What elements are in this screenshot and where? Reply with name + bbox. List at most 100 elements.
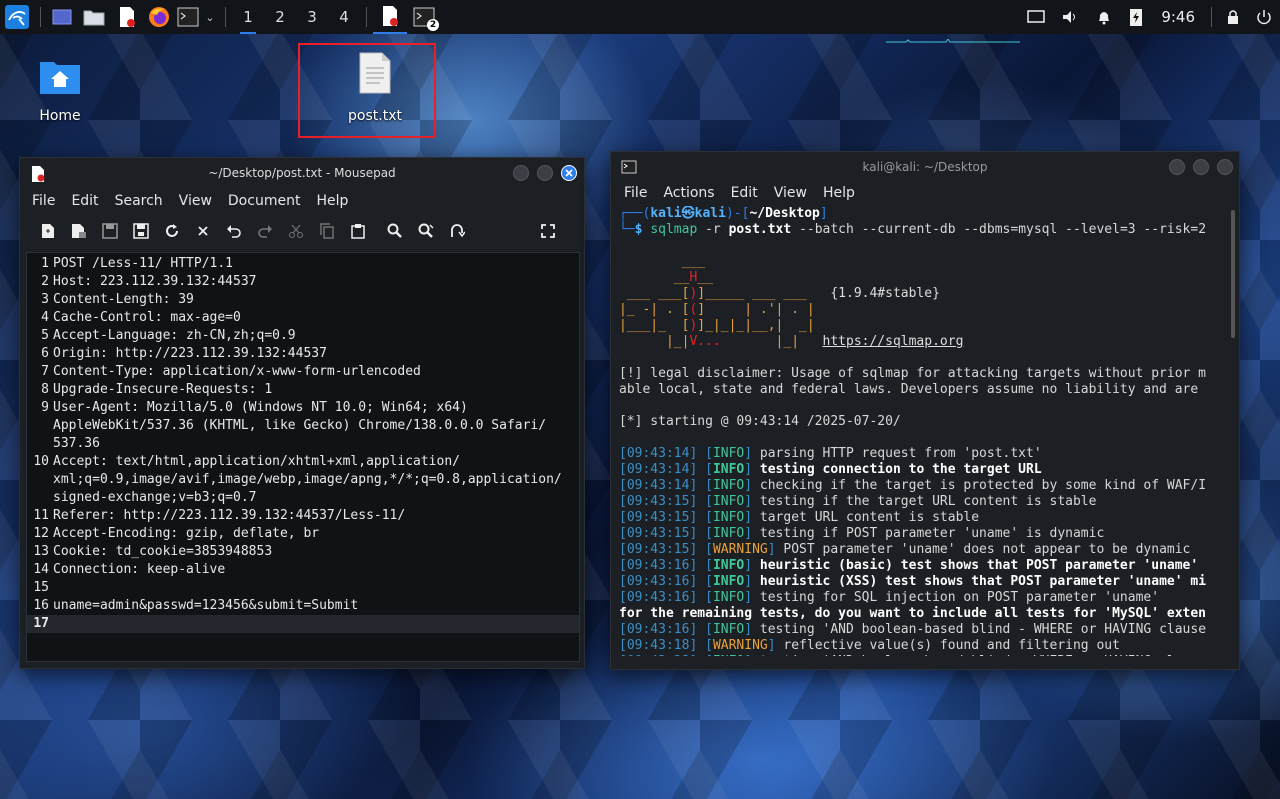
editor-line[interactable]: 15 (27, 579, 579, 597)
taskbar-mousepad-window[interactable] (373, 0, 407, 34)
mousepad-titlebar[interactable]: ~/Desktop/post.txt - Mousepad (20, 158, 584, 188)
terminal-launcher-button[interactable] (175, 0, 201, 34)
menu-edit[interactable]: Edit (723, 185, 766, 201)
terminal-scrollbar[interactable] (1231, 210, 1235, 338)
show-desktop-button[interactable] (47, 0, 77, 34)
line-text: Referer: http://223.112.39.132:44537/Les… (53, 508, 406, 523)
log-timestamp: 09:43:15 (626, 494, 690, 509)
volume-button[interactable] (1053, 0, 1087, 34)
menu-file[interactable]: File (24, 193, 63, 209)
minimize-button[interactable] (1169, 159, 1185, 175)
menu-search[interactable]: Search (107, 193, 171, 209)
fullscreen-button[interactable] (532, 217, 563, 245)
line-number: 15 (33, 580, 49, 595)
menu-edit[interactable]: Edit (63, 193, 106, 209)
line-text: Content-Length: 39 (53, 292, 194, 307)
log-line: [09:43:15] [INFO] testing if the target … (619, 494, 1097, 509)
kali-menu-button[interactable] (0, 0, 34, 34)
terminal-titlebar[interactable]: kali@kali: ~/Desktop (611, 152, 1239, 182)
editor-line[interactable]: signed-exchange;v=b3;q=0.7 (27, 489, 579, 507)
go-to-line-button[interactable] (441, 217, 472, 245)
editor-line[interactable]: 1 POST /Less-11/ HTTP/1.1 (27, 255, 579, 273)
menu-file[interactable]: File (616, 185, 655, 201)
editor-line[interactable]: 9 User-Agent: Mozilla/5.0 (Windows NT 10.… (27, 399, 579, 417)
paste-button[interactable] (342, 217, 373, 245)
log-level: INFO (712, 558, 745, 573)
maximize-button[interactable] (1193, 159, 1209, 175)
editor-line[interactable]: 8 Upgrade-Insecure-Requests: 1 (27, 381, 579, 399)
workspace-3[interactable]: 3 (296, 0, 328, 34)
file-manager-button[interactable] (77, 0, 111, 34)
close-button[interactable] (1217, 159, 1233, 175)
save-as-button[interactable] (125, 217, 156, 245)
launcher-dropdown-chevron-icon[interactable]: ⌄ (201, 0, 219, 34)
sqlmap-log: [09:43:14] [INFO] parsing HTTP request f… (619, 446, 1206, 656)
editor-line[interactable]: 7 Content-Type: application/x-www-form-ur… (27, 363, 579, 381)
taskbar-terminal-window[interactable]: 2 (407, 0, 441, 34)
battery-button[interactable] (1121, 0, 1151, 34)
prompt-user: kali (650, 206, 682, 221)
reload-button[interactable] (156, 217, 187, 245)
workspace-2[interactable]: 2 (264, 0, 296, 34)
find-replace-button[interactable] (410, 217, 441, 245)
new-window-button[interactable] (63, 217, 94, 245)
logout-button[interactable] (1248, 0, 1280, 34)
log-line: [09:43:15] [WARNING] POST parameter 'una… (619, 542, 1191, 557)
line-text: xml;q=0.9,image/avif,image/webp,image/ap… (53, 472, 562, 487)
save-button[interactable] (94, 217, 125, 245)
editor-line[interactable]: 14 Connection: keep-alive (27, 561, 579, 579)
log-message: POST parameter 'uname' does not appear t… (783, 542, 1191, 557)
menu-help[interactable]: Help (815, 185, 863, 201)
text-editor-button[interactable] (111, 0, 143, 34)
editor-line[interactable]: 12 Accept-Encoding: gzip, deflate, br (27, 525, 579, 543)
close-button[interactable] (561, 165, 577, 181)
cut-button[interactable] (280, 217, 311, 245)
editor-line[interactable]: 537.36 (27, 435, 579, 453)
desktop-home-icon[interactable]: Home (30, 56, 90, 124)
terminal-output[interactable]: ┌──(kali㉿kali)-[~/Desktop] └─$ sqlmap -r… (619, 206, 1227, 656)
editor-line[interactable]: 2 Host: 223.112.39.132:44537 (27, 273, 579, 291)
editor-line[interactable]: 17 (27, 615, 579, 633)
log-line: [09:43:16] [INFO] heuristic (XSS) test s… (619, 574, 1207, 589)
editor-line[interactable]: 5 Accept-Language: zh-CN,zh;q=0.9 (27, 327, 579, 345)
find-button[interactable] (379, 217, 410, 245)
undo-icon (226, 225, 241, 238)
editor-line[interactable]: AppleWebKit/537.36 (KHTML, like Gecko) C… (27, 417, 579, 435)
log-line: [09:43:28] [INFO] testing 'AND boolean-b… (619, 654, 1206, 656)
log-level: INFO (712, 526, 745, 541)
new-document-button[interactable] (32, 217, 63, 245)
editor-line[interactable]: 10 Accept: text/html,application/xhtml+xm… (27, 453, 579, 471)
workspace-4[interactable]: 4 (328, 0, 360, 34)
minimize-button[interactable] (513, 165, 529, 181)
workspace-1[interactable]: 1 (232, 0, 264, 34)
copy-button[interactable] (311, 217, 342, 245)
log-level: INFO (712, 622, 745, 637)
menu-help[interactable]: Help (308, 193, 356, 209)
editor-line[interactable]: xml;q=0.9,image/avif,image/webp,image/ap… (27, 471, 579, 489)
editor-line[interactable]: 11 Referer: http://223.112.39.132:44537/L… (27, 507, 579, 525)
editor-line[interactable]: 4 Cache-Control: max-age=0 (27, 309, 579, 327)
editor-line[interactable]: 6 Origin: http://223.112.39.132:44537 (27, 345, 579, 363)
undo-button[interactable] (218, 217, 249, 245)
lock-screen-button[interactable] (1218, 0, 1248, 34)
sqlmap-url-link[interactable]: https://sqlmap.org (823, 334, 964, 349)
display-tray-button[interactable] (1019, 0, 1053, 34)
battery-charging-icon (1130, 9, 1143, 26)
firefox-button[interactable] (143, 0, 175, 34)
line-number: 8 (41, 382, 49, 397)
editor-line[interactable]: 13 Cookie: td_cookie=3853948853 (27, 543, 579, 561)
menu-view[interactable]: View (171, 193, 220, 209)
clipboard-icon (350, 224, 365, 239)
log-timestamp: 09:43:16 (626, 622, 690, 637)
menu-view[interactable]: View (766, 185, 815, 201)
close-document-button[interactable] (187, 217, 218, 245)
redo-button[interactable] (249, 217, 280, 245)
menu-actions[interactable]: Actions (655, 185, 722, 201)
editor-line[interactable]: 3 Content-Length: 39 (27, 291, 579, 309)
menu-document[interactable]: Document (220, 193, 309, 209)
clock[interactable]: 9:46 (1151, 8, 1205, 26)
maximize-button[interactable] (537, 165, 553, 181)
notifications-button[interactable] (1087, 0, 1121, 34)
text-editor-area[interactable]: 1 POST /Less-11/ HTTP/1.1 2 Host: 223.112.3… (26, 252, 580, 662)
editor-line[interactable]: 16 uname=admin&passwd=123456&submit=Submi… (27, 597, 579, 615)
